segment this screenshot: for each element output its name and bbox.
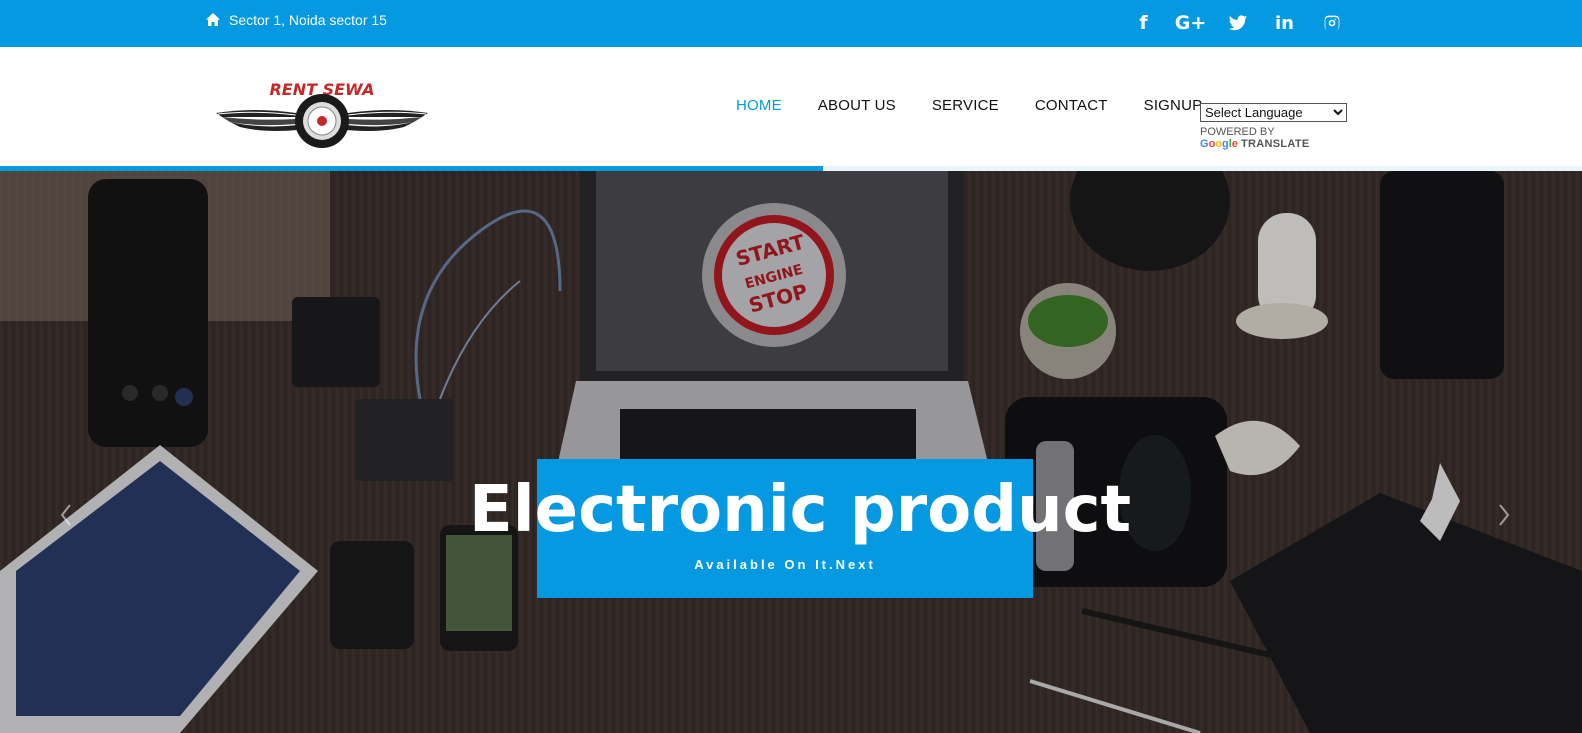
nav-about-us[interactable]: ABOUT US xyxy=(818,97,896,114)
google-logo[interactable]: Google xyxy=(1200,138,1241,150)
slider-next-arrow[interactable] xyxy=(1494,501,1514,529)
translate-link[interactable]: TRANSLATE xyxy=(1241,138,1310,150)
address: Sector 1, Noida sector 15 xyxy=(205,12,387,28)
address-text: Sector 1, Noida sector 15 xyxy=(229,12,387,28)
nav-signup[interactable]: SIGNUP xyxy=(1144,97,1203,114)
nav-contact[interactable]: CONTACT xyxy=(1035,97,1108,114)
google-plus-icon[interactable]: G+ xyxy=(1167,10,1214,36)
slider-prev-arrow[interactable] xyxy=(56,501,76,529)
powered-by-text: POWERED BY xyxy=(1200,126,1275,138)
linkedin-icon[interactable]: in xyxy=(1261,10,1308,36)
main-nav: HOME ABOUT US SERVICE CONTACT SIGNUP xyxy=(736,97,1238,114)
nav-service[interactable]: SERVICE xyxy=(932,97,999,114)
language-select[interactable]: Select Language xyxy=(1200,103,1347,122)
site-header: RENT SEWA HOME ABOUT US SERVICE CONTACT … xyxy=(0,47,1582,167)
hero-image: START ENGINE STOP xyxy=(0,171,1582,733)
logo[interactable]: RENT SEWA xyxy=(214,77,430,149)
home-icon xyxy=(206,13,220,26)
powered-by: POWERED BY Google TRANSLATE xyxy=(1200,126,1347,150)
nav-home[interactable]: HOME xyxy=(736,97,782,114)
slide-title: Electronic product xyxy=(469,473,1132,547)
hero-slider: START ENGINE STOP xyxy=(0,171,1582,733)
facebook-icon[interactable]: f xyxy=(1120,10,1167,36)
instagram-icon[interactable] xyxy=(1308,10,1355,36)
twitter-icon[interactable] xyxy=(1214,10,1261,36)
social-links: f G+ in xyxy=(1120,10,1355,36)
slide-subtitle: Available On It.Next xyxy=(694,557,876,572)
google-translate: Select Language POWERED BY Google TRANSL… xyxy=(1200,103,1347,150)
top-bar: Sector 1, Noida sector 15 f G+ in xyxy=(0,0,1582,47)
